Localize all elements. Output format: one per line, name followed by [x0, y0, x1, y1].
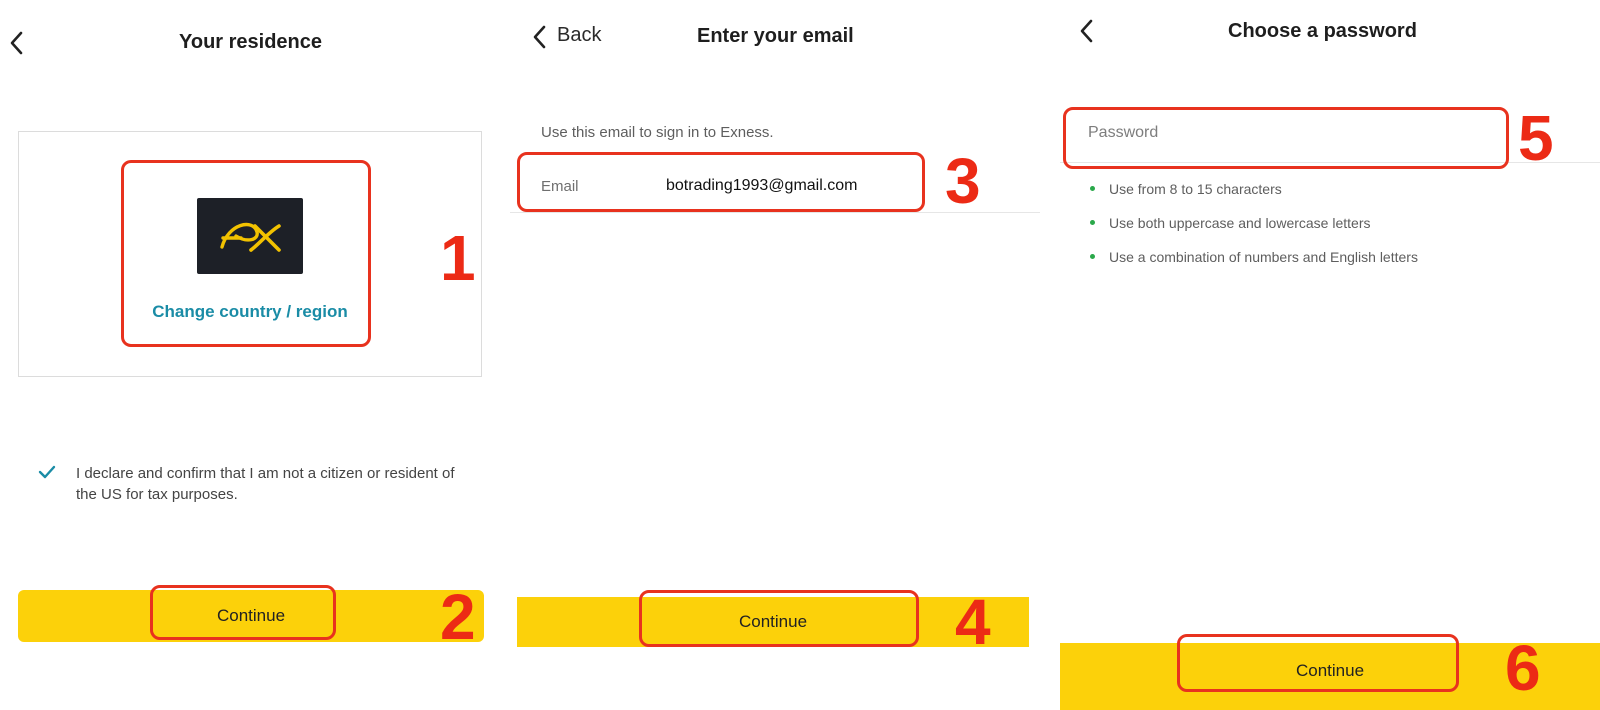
step-number-2: 2 [440, 581, 476, 653]
checkmark-icon[interactable] [38, 464, 56, 485]
tax-declaration-text: I declare and confirm that I am not a ci… [76, 465, 455, 503]
step-number-5: 5 [1518, 102, 1554, 174]
step-number-4: 4 [955, 586, 991, 658]
page-title: Your residence [179, 31, 323, 53]
password-rule: Use both uppercase and lowercase letters [1090, 215, 1370, 231]
back-chevron-icon[interactable] [532, 24, 548, 50]
step-number-6: 6 [1505, 632, 1541, 704]
step-number-1: 1 [440, 222, 476, 294]
password-rule: Use a combination of numbers and English… [1090, 249, 1418, 265]
email-hint: Use this email to sign in to Exness. [541, 124, 774, 141]
back-chevron-icon[interactable] [9, 30, 25, 56]
annotation-box-2 [150, 585, 336, 640]
back-button-label[interactable]: Back [557, 24, 601, 47]
back-chevron-icon[interactable] [1079, 18, 1095, 44]
page-title: Choose a password [1228, 20, 1417, 42]
bullet-icon [1090, 185, 1095, 191]
bullet-icon [1090, 219, 1095, 225]
annotation-box-6 [1177, 634, 1459, 692]
bullet-icon [1090, 253, 1095, 259]
password-rule: Use from 8 to 15 characters [1090, 181, 1282, 197]
annotation-box-3 [517, 152, 925, 212]
page-title: Enter your email [697, 25, 854, 47]
annotation-box-4 [639, 590, 919, 647]
annotation-box-1 [121, 160, 371, 347]
annotation-box-5 [1063, 107, 1509, 169]
step-number-3: 3 [945, 145, 981, 217]
